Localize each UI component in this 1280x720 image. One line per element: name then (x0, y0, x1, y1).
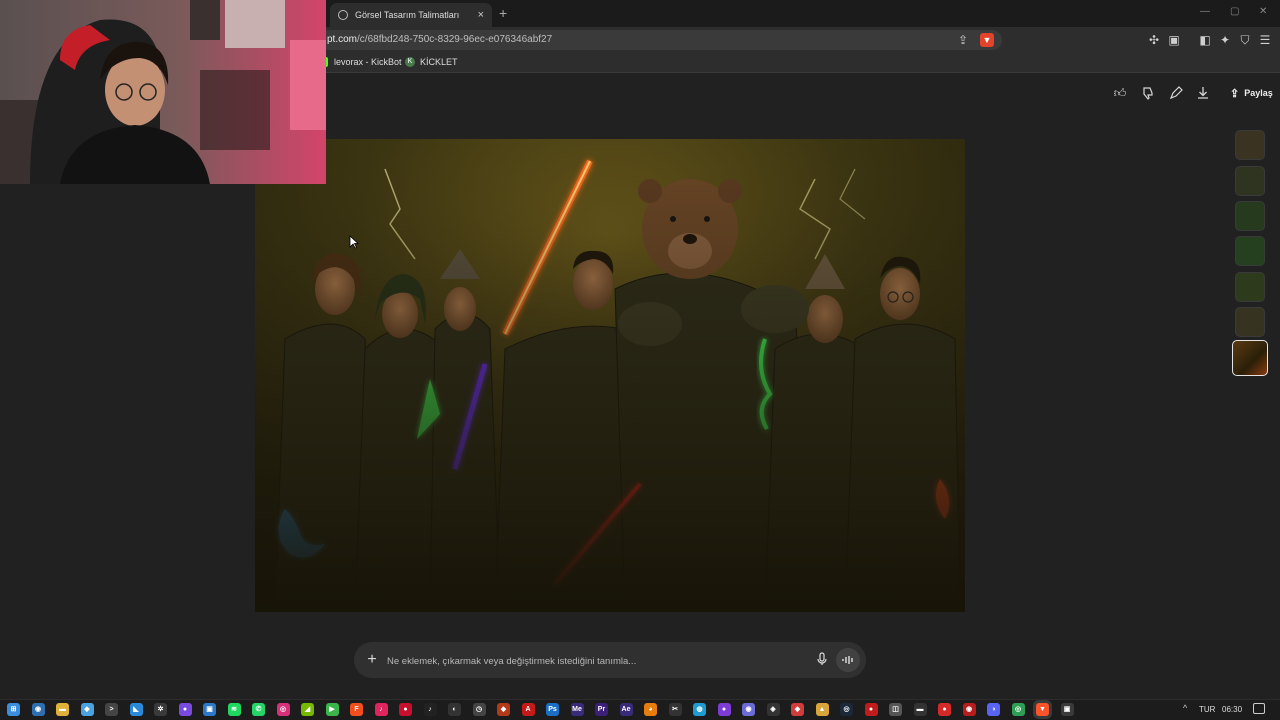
app-orange-icon[interactable]: ◆ (497, 703, 510, 716)
edge-icon[interactable]: ◍ (693, 703, 706, 716)
microphone-icon[interactable] (816, 652, 828, 669)
bookmark-kickbot[interactable]: levorax - KickBot (324, 57, 402, 67)
file-explorer-icon[interactable]: ▬ (56, 703, 69, 716)
download-icon[interactable] (1195, 85, 1211, 101)
minimize-icon[interactable]: — (1200, 6, 1210, 17)
record-icon[interactable]: ● (399, 703, 412, 716)
figma-icon[interactable]: F (350, 703, 363, 716)
chatgpt-icon[interactable]: ✲ (154, 703, 167, 716)
thumbnail-2[interactable] (1235, 166, 1265, 196)
globe-app-icon[interactable]: ◉ (31, 703, 45, 716)
generated-image[interactable] (255, 139, 965, 612)
sidebar-icon[interactable]: ◧ (1198, 33, 1212, 47)
thumbnail-4[interactable] (1235, 236, 1265, 266)
copilot-icon[interactable]: ◆ (80, 703, 94, 716)
app-gray-icon[interactable]: ◫ (889, 703, 902, 716)
share-button[interactable]: ⇪ Paylaş (1222, 82, 1280, 104)
url-text[interactable]: pt.com/c/68fbd248-750c-8329-96ec-e076346… (327, 34, 552, 45)
edit-image-icon[interactable] (1168, 85, 1184, 101)
url-domain: pt.com (327, 34, 358, 45)
whatsapp-icon[interactable]: ✆ (252, 703, 265, 716)
notification-icon[interactable] (1253, 703, 1265, 714)
epic-icon[interactable]: ◈ (766, 703, 780, 716)
photoshop-icon[interactable]: Ps (546, 703, 559, 716)
chatgpt-favicon-icon (338, 10, 348, 20)
maximize-icon[interactable]: ▢ (1230, 6, 1239, 17)
voice-mode-button[interactable] (836, 648, 860, 672)
app-crimson-icon[interactable]: ● (864, 703, 878, 716)
kicklet-icon: K (405, 57, 415, 67)
vpn-shield-icon[interactable]: ⛉ (1238, 33, 1252, 47)
url-path: /c/68fbd248-750c-8329-96ec-e076346abf27 (357, 34, 553, 45)
screenshot-icon[interactable]: ▣ (1167, 33, 1181, 47)
share-page-icon[interactable]: ⇪ (956, 33, 970, 47)
menu-icon[interactable]: ☰ (1258, 33, 1272, 47)
app-box-icon[interactable]: ▣ (1060, 703, 1074, 716)
thumbs-up-icon[interactable]: 👍︎ (1112, 85, 1128, 101)
waveform-icon (842, 656, 853, 664)
clock-app-icon[interactable]: ◷ (472, 703, 486, 716)
after-effects-icon[interactable]: Ae (619, 703, 633, 716)
webcam-overlay (0, 0, 326, 184)
thumbnail-3[interactable] (1235, 201, 1265, 231)
app-gold-icon[interactable]: ▲ (815, 703, 829, 716)
app-red2-icon[interactable]: ● (938, 703, 951, 716)
app-blue-icon[interactable]: ▣ (203, 703, 216, 716)
bookmark-label: levorax - KickBot (334, 57, 402, 67)
chrome-icon[interactable]: ◎ (1011, 703, 1025, 716)
close-window-icon[interactable]: ✕ (1259, 6, 1267, 17)
steam-icon[interactable]: ◎ (840, 703, 853, 716)
spotify-icon[interactable]: ≋ (227, 703, 241, 716)
webcam-feed (0, 0, 326, 184)
discord-icon[interactable]: ◑ (987, 703, 1000, 716)
mouse-cursor (349, 235, 360, 249)
tiktok-icon[interactable]: ♪ (374, 703, 388, 716)
steam-alt-icon[interactable]: ◐ (448, 703, 461, 716)
brave-shield-icon[interactable]: ▼ (980, 33, 994, 47)
app-dark-icon[interactable]: ▬ (913, 703, 927, 716)
capcut-icon[interactable]: ✂ (668, 703, 682, 716)
thumbs-down-icon[interactable] (1140, 85, 1156, 101)
vscode-icon[interactable]: ◣ (129, 703, 143, 716)
app-purple-icon[interactable]: ● (717, 703, 731, 716)
edit-prompt-input[interactable] (387, 654, 807, 668)
browser-tab[interactable]: Görsel Tasarım Talimatları × (330, 3, 492, 27)
obs-icon[interactable]: ● (178, 703, 192, 716)
thumbnail-5[interactable] (1235, 272, 1265, 302)
app-red3-icon[interactable]: ◉ (962, 703, 976, 716)
taskbar-clock[interactable]: 06:30 (1222, 705, 1242, 714)
bookmark-label: KİCKLET (420, 57, 458, 67)
brave-icon[interactable]: ▼ (1036, 703, 1049, 716)
extensions-icon[interactable]: ✣ (1147, 33, 1161, 47)
acrobat-icon[interactable]: A (521, 703, 535, 716)
leo-ai-icon[interactable]: ✦ (1218, 33, 1232, 47)
terminal-icon[interactable]: > (105, 703, 118, 716)
share-icon: ⇪ (1230, 87, 1240, 100)
blender-icon[interactable]: ◕ (644, 703, 657, 716)
instagram-icon[interactable]: ◎ (276, 703, 290, 716)
language-indicator[interactable]: TUR (1199, 705, 1215, 714)
tab-title: Görsel Tasarım Talimatları (355, 10, 460, 20)
new-tab-button[interactable]: + (499, 5, 507, 21)
windows-taskbar (0, 699, 1280, 720)
bookmark-kicklet[interactable]: K KİCKLET (405, 57, 458, 67)
davinci-icon[interactable]: ◉ (742, 703, 755, 716)
app-red-icon[interactable]: ◆ (791, 703, 804, 716)
windows-start-icon[interactable]: ⊞ (7, 703, 20, 716)
thumbnail-7-selected[interactable] (1232, 340, 1268, 376)
tiktok-alt-icon[interactable]: ♪ (423, 703, 437, 716)
nvidia-icon[interactable]: ◢ (301, 703, 314, 716)
add-attachment-icon[interactable]: + (366, 651, 378, 669)
generated-image-art (255, 139, 965, 612)
thumbnail-6[interactable] (1235, 307, 1265, 337)
tray-chevron-icon[interactable]: ^ (1183, 703, 1187, 713)
thumbnail-1[interactable] (1235, 130, 1265, 160)
share-label: Paylaş (1244, 88, 1273, 98)
tab-close-icon[interactable]: × (478, 9, 484, 21)
media-encoder-icon[interactable]: Me (570, 703, 584, 716)
premiere-icon[interactable]: Pr (595, 703, 608, 716)
play-icon[interactable]: ▶ (325, 703, 339, 716)
